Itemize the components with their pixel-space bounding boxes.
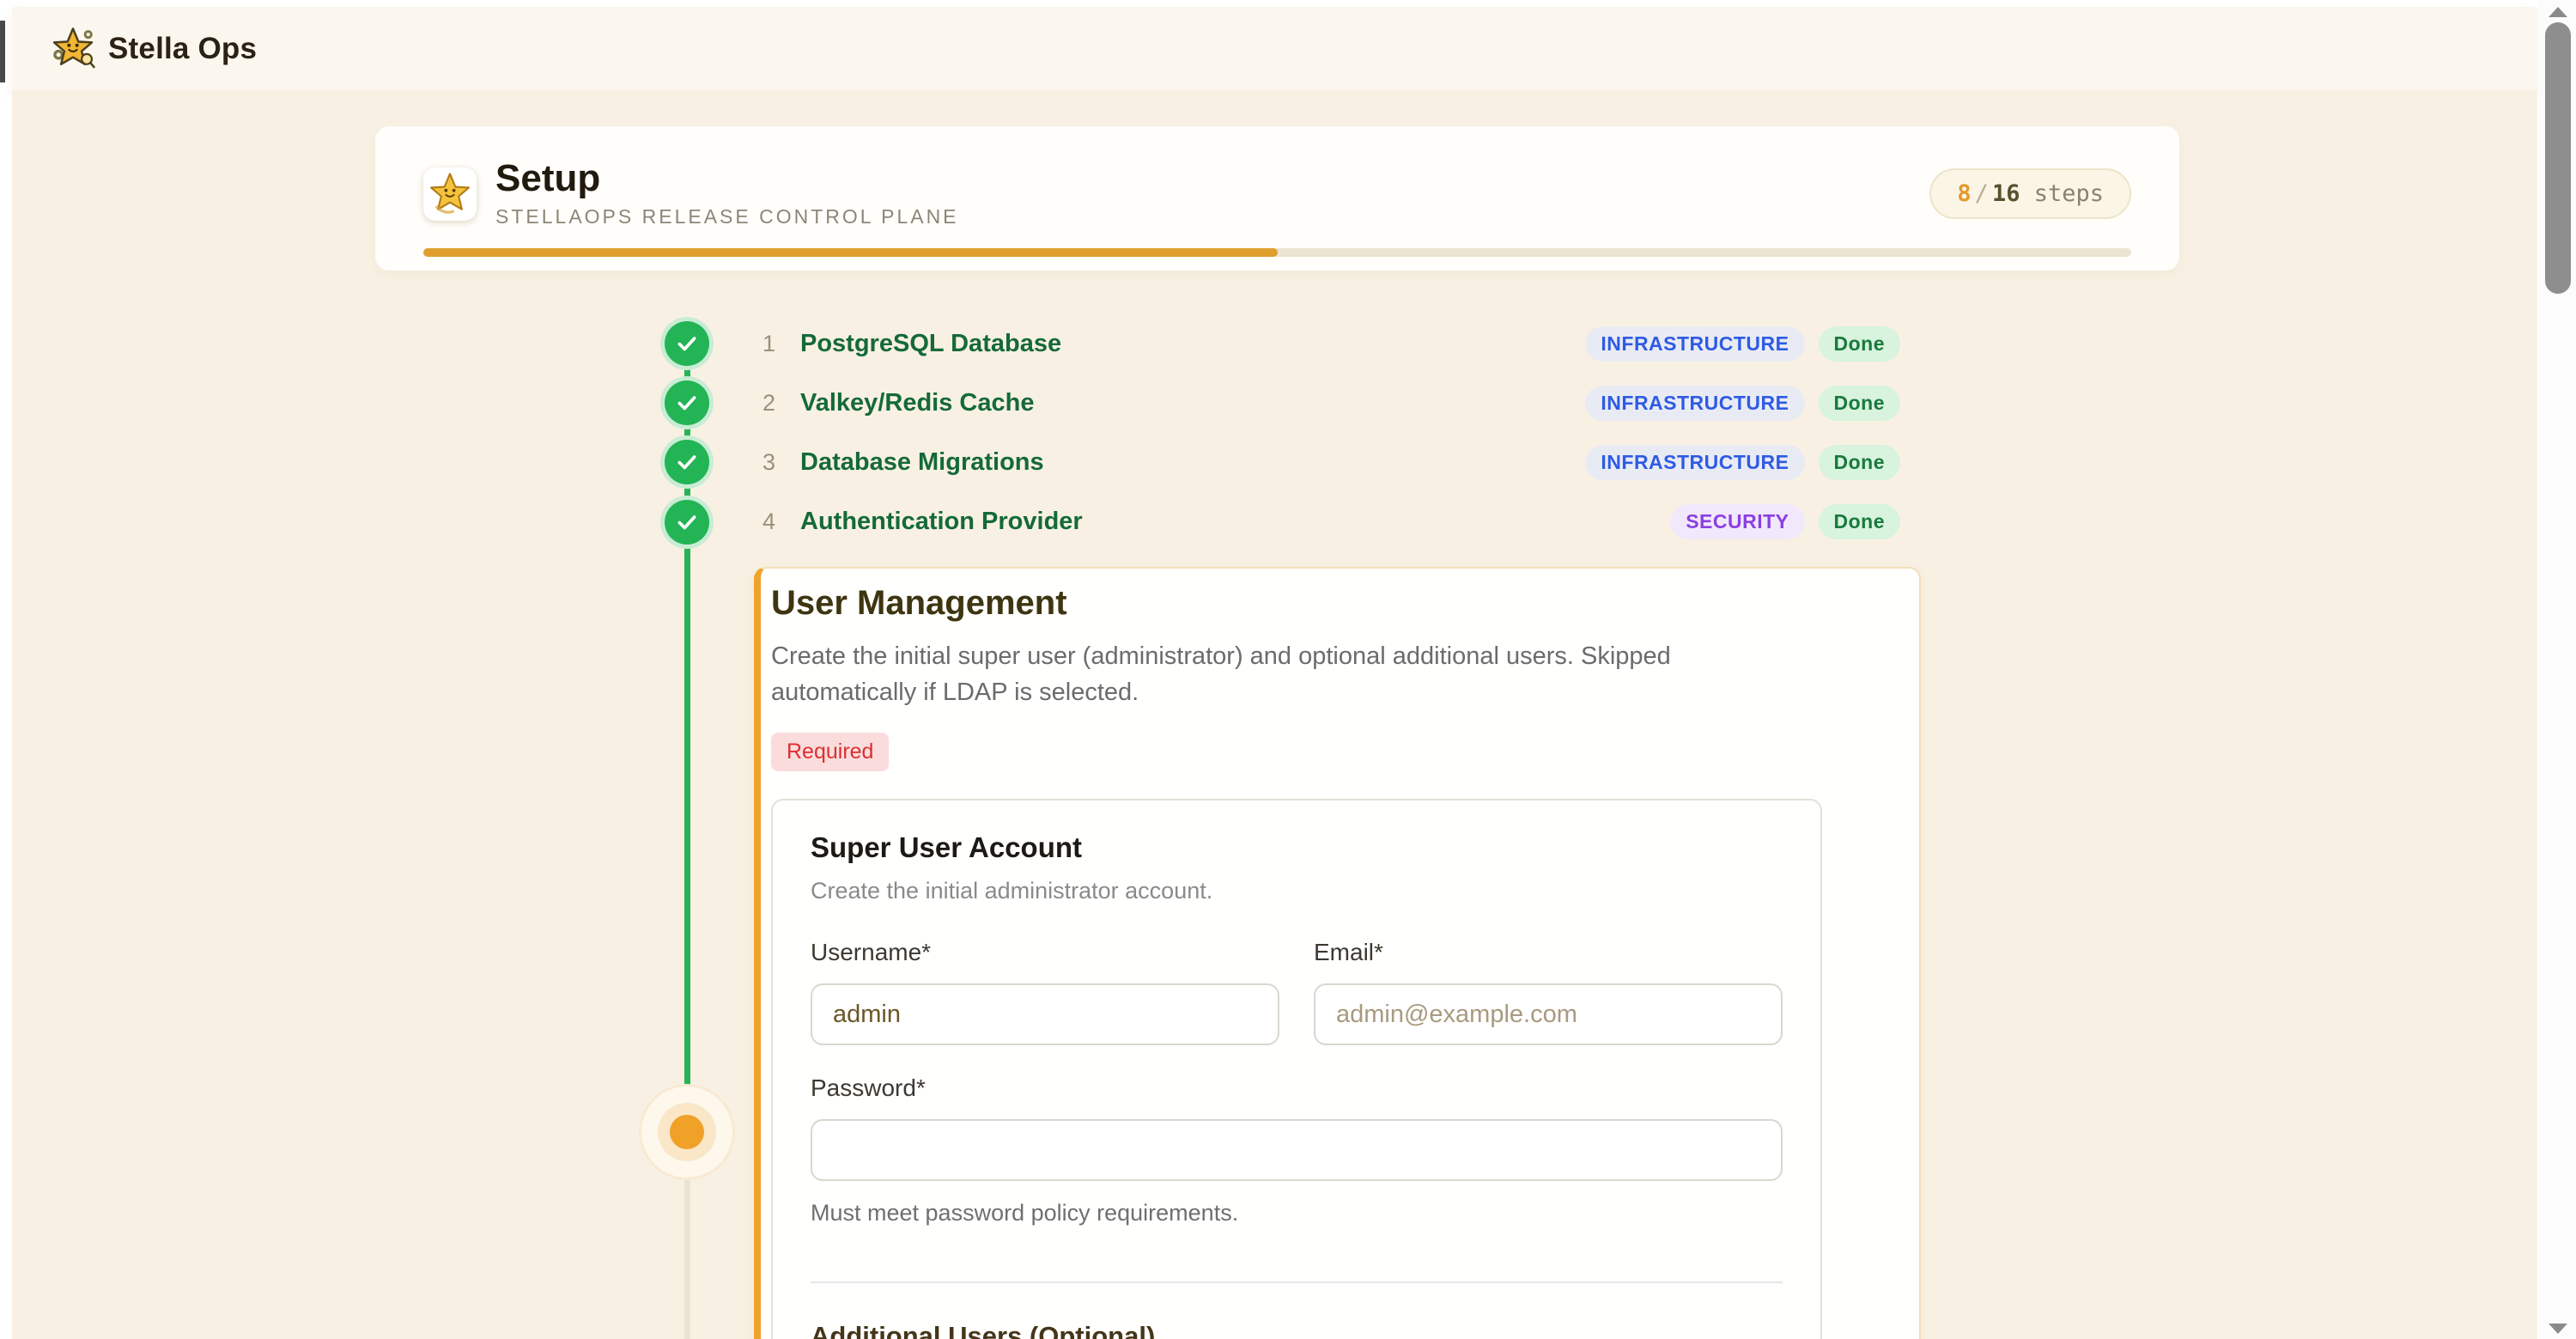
step-row[interactable]: 4 Authentication Provider SECURITY Done bbox=[762, 492, 1900, 551]
step-number: 4 bbox=[762, 508, 792, 535]
scrollbar-thumb[interactable] bbox=[2545, 22, 2571, 294]
step-title: Valkey/Redis Cache bbox=[800, 389, 1034, 417]
vertical-scrollbar[interactable] bbox=[2538, 0, 2576, 1339]
steps-count-badge: 8/16 steps bbox=[1929, 168, 2131, 219]
password-label: Password* bbox=[811, 1074, 1783, 1102]
step-status-badge: Done bbox=[1819, 386, 1901, 421]
password-hint: Must meet password policy requirements. bbox=[811, 1200, 1783, 1226]
step-title: Database Migrations bbox=[800, 448, 1044, 477]
email-label: Email* bbox=[1314, 939, 1783, 966]
scrollbar-down-arrow-icon[interactable] bbox=[2549, 1324, 2567, 1334]
page-subtitle: STELLAOPS RELEASE CONTROL PLANE bbox=[495, 205, 1929, 228]
steps-list: 1 PostgreSQL Database INFRASTRUCTURE Don… bbox=[762, 314, 1900, 551]
step-category-badge: INFRASTRUCTURE bbox=[1585, 326, 1804, 362]
step-row[interactable]: 2 Valkey/Redis Cache INFRASTRUCTURE Done bbox=[762, 374, 1900, 433]
app-header: Stella Ops bbox=[12, 7, 2537, 90]
steps-suffix: steps bbox=[2020, 180, 2104, 207]
additional-users-title: Additional Users (Optional) bbox=[811, 1321, 1783, 1339]
step-status-badge: Done bbox=[1819, 326, 1901, 362]
username-label: Username* bbox=[811, 939, 1279, 966]
step-check-icon bbox=[660, 496, 714, 549]
super-user-description: Create the initial administrator account… bbox=[811, 878, 1783, 904]
page-title: Setup bbox=[495, 159, 1929, 198]
step-number: 2 bbox=[762, 390, 792, 417]
steps-done-count: 8 bbox=[1957, 180, 1971, 207]
section-title: User Management bbox=[771, 584, 1899, 623]
step-number: 3 bbox=[762, 449, 792, 476]
app-title: Stella Ops bbox=[108, 32, 257, 66]
email-input[interactable] bbox=[1314, 983, 1783, 1045]
step-check-icon bbox=[660, 435, 714, 489]
page: Stella Ops Setup STELLAOPS RELEASE CONTR… bbox=[0, 0, 2576, 1339]
step-status-badge: Done bbox=[1819, 445, 1901, 480]
step-number: 1 bbox=[762, 331, 792, 357]
step-row[interactable]: 1 PostgreSQL Database INFRASTRUCTURE Don… bbox=[762, 314, 1900, 374]
setup-star-icon bbox=[423, 167, 477, 221]
setup-progress-fill bbox=[423, 248, 1278, 257]
window-edge-artifact bbox=[0, 21, 5, 82]
user-management-card: User Management Create the initial super… bbox=[754, 567, 1921, 1339]
step-check-icon bbox=[660, 317, 714, 370]
step-status-badge: Done bbox=[1819, 504, 1901, 539]
setup-progress-bar bbox=[423, 248, 2131, 257]
setup-summary-card: Setup STELLAOPS RELEASE CONTROL PLANE 8/… bbox=[375, 126, 2179, 271]
current-step-dot bbox=[670, 1115, 704, 1149]
step-title: Authentication Provider bbox=[800, 508, 1083, 536]
step-row[interactable]: 3 Database Migrations INFRASTRUCTURE Don… bbox=[762, 433, 1900, 492]
password-input[interactable] bbox=[811, 1119, 1783, 1181]
steps-separator: / bbox=[1971, 180, 1992, 207]
section-description: Create the initial super user (administr… bbox=[771, 638, 1767, 710]
step-category-badge: INFRASTRUCTURE bbox=[1585, 445, 1804, 480]
super-user-card: Super User Account Create the initial ad… bbox=[771, 799, 1822, 1339]
step-category-badge: SECURITY bbox=[1670, 504, 1804, 539]
step-check-icon bbox=[660, 376, 714, 429]
section-divider bbox=[811, 1281, 1783, 1283]
step-category-badge: INFRASTRUCTURE bbox=[1585, 386, 1804, 421]
scrollbar-up-arrow-icon[interactable] bbox=[2549, 7, 2567, 17]
required-badge: Required bbox=[771, 733, 889, 771]
step-title: PostgreSQL Database bbox=[800, 330, 1061, 358]
username-input[interactable] bbox=[811, 983, 1279, 1045]
steps-total-count: 16 bbox=[1992, 180, 2020, 207]
stella-ops-logo-icon bbox=[50, 26, 96, 72]
super-user-title: Super User Account bbox=[811, 831, 1783, 864]
